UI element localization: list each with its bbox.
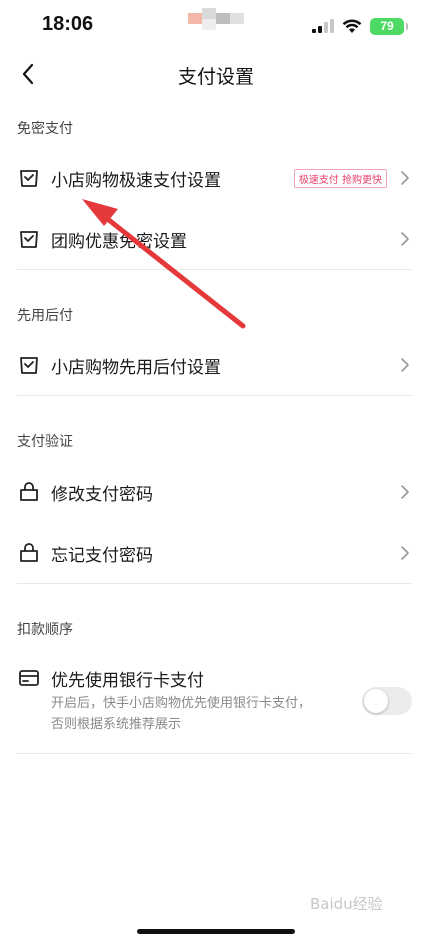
row-label: 修改支付密码 bbox=[51, 484, 153, 505]
chevron-right-icon bbox=[397, 484, 413, 500]
divider bbox=[17, 395, 412, 396]
promo-badge: 极速支付 抢购更快 bbox=[293, 168, 387, 188]
bank-card-priority-description: 开启后，快手小店购物优先使用银行卡支付， 否则根据系统推荐展示 bbox=[51, 693, 351, 735]
description-line: 否则根据系统推荐展示 bbox=[51, 717, 182, 732]
status-time: 18:06 bbox=[42, 13, 94, 35]
row-label: 忘记支付密码 bbox=[51, 545, 153, 566]
toggle-knob bbox=[364, 689, 388, 713]
chevron-right-icon bbox=[397, 170, 413, 186]
description-line: 开启后，快手小店购物优先使用银行卡支付， bbox=[51, 696, 312, 711]
divider bbox=[17, 269, 412, 270]
lock-bag-icon bbox=[17, 541, 41, 565]
battery-charging-icon: 79 bbox=[370, 17, 408, 35]
section-header-password-free: 免密支付 bbox=[17, 121, 73, 137]
row-group-buy-password-free[interactable]: 团购优惠免密设置 bbox=[17, 210, 415, 268]
watermark: Baidu经验 bbox=[310, 895, 383, 913]
row-label: 小店购物先用后付设置 bbox=[51, 357, 221, 378]
shopping-bag-check-icon bbox=[17, 166, 41, 190]
blurred-notification-icon bbox=[188, 8, 244, 30]
nav-bar: 支付设置 bbox=[0, 52, 432, 98]
section-header-deduction-order: 扣款顺序 bbox=[17, 622, 73, 638]
row-forgot-payment-password[interactable]: 忘记支付密码 bbox=[17, 524, 415, 582]
chevron-right-icon bbox=[397, 231, 413, 247]
row-label: 小店购物极速支付设置 bbox=[51, 170, 221, 191]
shopping-bag-check-icon bbox=[17, 227, 41, 251]
status-bar: 18:06 79 bbox=[0, 0, 432, 50]
home-indicator bbox=[137, 929, 295, 934]
row-label: 团购优惠免密设置 bbox=[51, 231, 187, 252]
section-header-pay-later: 先用后付 bbox=[17, 308, 73, 324]
divider bbox=[17, 583, 412, 584]
lock-bag-icon bbox=[17, 480, 41, 504]
chevron-right-icon bbox=[397, 357, 413, 373]
row-change-payment-password[interactable]: 修改支付密码 bbox=[17, 463, 415, 521]
page-title: 支付设置 bbox=[177, 66, 254, 88]
row-label: 优先使用银行卡支付 bbox=[51, 670, 204, 691]
divider bbox=[17, 753, 412, 754]
wifi-icon bbox=[342, 18, 362, 33]
row-quick-pay-settings[interactable]: 小店购物极速支付设置 极速支付 抢购更快 bbox=[17, 149, 415, 207]
status-icons: 79 bbox=[312, 16, 408, 36]
section-header-payment-verification: 支付验证 bbox=[17, 434, 73, 450]
bank-card-priority-toggle[interactable] bbox=[362, 687, 412, 715]
chevron-right-icon bbox=[397, 545, 413, 561]
row-pay-later-settings[interactable]: 小店购物先用后付设置 bbox=[17, 336, 415, 394]
shopping-bag-check-icon bbox=[17, 353, 41, 377]
signal-icon bbox=[312, 19, 334, 33]
bank-card-icon bbox=[17, 666, 41, 690]
